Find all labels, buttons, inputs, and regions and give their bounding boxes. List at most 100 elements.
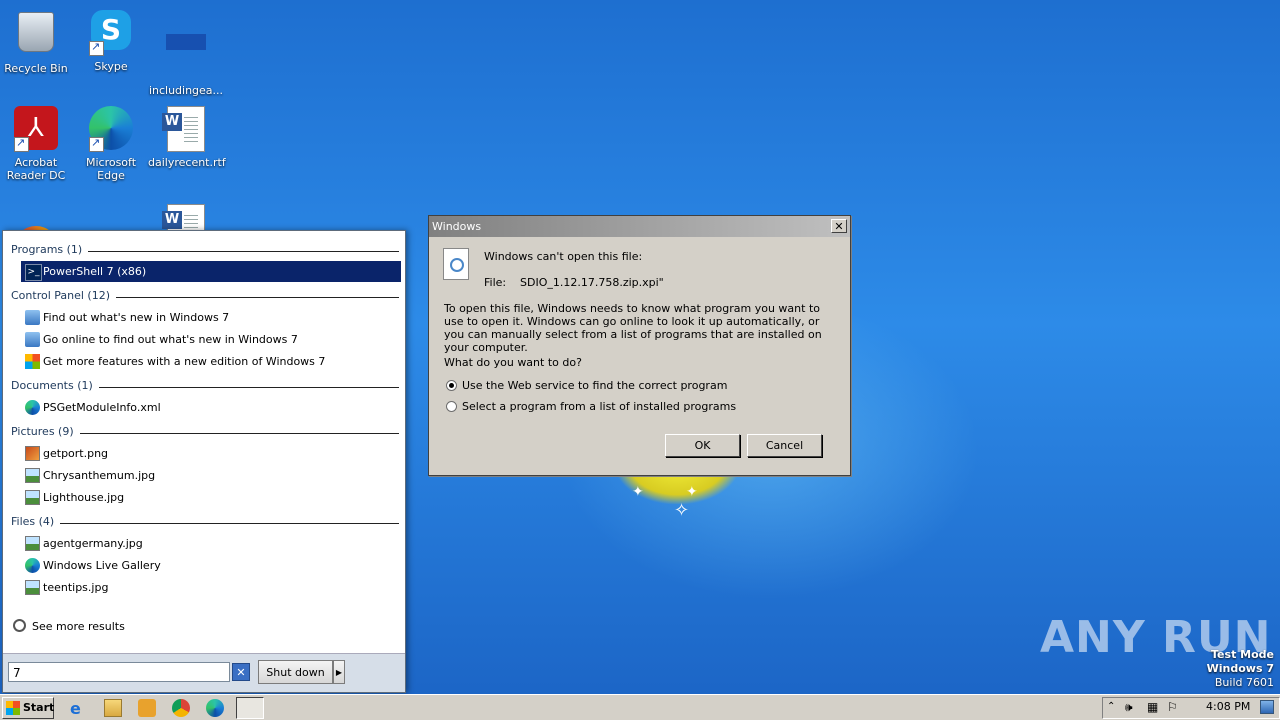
section-header-programs: Programs (1) xyxy=(11,243,399,257)
result-label: Lighthouse.jpg xyxy=(43,491,125,504)
image-icon xyxy=(25,490,40,505)
windows-logo-icon xyxy=(25,354,40,369)
show-hidden-icons-icon[interactable]: ⌃ xyxy=(1107,701,1115,712)
volume-icon[interactable]: 🕪 xyxy=(1125,700,1133,715)
result-more-features[interactable]: Get more features with a new edition of … xyxy=(21,351,401,372)
shortcut-arrow-icon xyxy=(14,136,29,152)
shutdown-options-arrow[interactable]: ▶ xyxy=(333,660,345,684)
image-icon xyxy=(25,446,40,461)
taskbar-window-button[interactable] xyxy=(236,697,264,719)
desktop-icon-recycle-bin[interactable]: Recycle Bin xyxy=(0,8,74,75)
close-icon[interactable]: ✕ xyxy=(831,219,847,233)
result-label: agentgermany.jpg xyxy=(43,537,143,550)
shutdown-button[interactable]: Shut down xyxy=(258,660,333,684)
result-chrysanthemum[interactable]: Chrysanthemum.jpg xyxy=(21,465,401,486)
file-search-icon xyxy=(443,248,469,280)
edge-icon xyxy=(25,400,40,415)
image-icon xyxy=(25,468,40,483)
edge-icon[interactable] xyxy=(206,699,224,717)
start-label: Start xyxy=(23,701,55,714)
desktop-icon-label: Microsoft Edge xyxy=(85,156,137,182)
section-header-documents: Documents (1) xyxy=(11,379,399,393)
cancel-button[interactable]: Cancel xyxy=(747,434,822,457)
show-desktop-icon[interactable] xyxy=(1260,700,1274,714)
sparkle-icon: ✦ xyxy=(686,484,698,500)
result-psgetmoduleinfo[interactable]: PSGetModuleInfo.xml xyxy=(21,397,401,418)
control-panel-icon xyxy=(25,332,40,347)
search-icon xyxy=(13,619,26,632)
desktop-icon-label: Skype xyxy=(94,60,128,73)
result-powershell[interactable]: >_ PowerShell 7 (x86) xyxy=(21,261,401,282)
desktop-icon-dailyrecent[interactable]: W dailyrecent.rtf xyxy=(148,106,226,169)
see-more-label: See more results xyxy=(32,620,125,633)
word-document-icon: W xyxy=(162,106,205,152)
desktop-icon-label: dailyrecent.rtf xyxy=(148,156,226,169)
system-tray: ⌃ 🕪 ▦ ⚐ xyxy=(1102,697,1280,719)
image-icon xyxy=(25,536,40,551)
start-menu-footer: 7 ✕ Shut down ▶ xyxy=(3,653,405,692)
radio-web-service[interactable] xyxy=(446,380,457,391)
result-whats-new[interactable]: Find out what's new in Windows 7 xyxy=(21,307,401,328)
shortcut-arrow-icon xyxy=(89,40,104,56)
result-label: Windows Live Gallery xyxy=(43,559,161,572)
internet-explorer-icon[interactable]: e xyxy=(70,699,88,718)
desktop-icon-includingea[interactable]: includingea... xyxy=(148,8,224,97)
result-label: PowerShell 7 (x86) xyxy=(43,265,147,278)
dialog-heading: Windows can't open this file: xyxy=(484,250,643,263)
desktop-icon-acrobat[interactable]: ⅄ Acrobat Reader DC xyxy=(0,106,74,182)
powershell-icon: >_ xyxy=(25,264,42,281)
search-input[interactable]: 7 xyxy=(8,662,230,682)
radio-program-list[interactable] xyxy=(446,401,457,412)
result-getport[interactable]: getport.png xyxy=(21,443,401,464)
control-panel-icon xyxy=(25,310,40,325)
chrome-icon[interactable] xyxy=(172,699,190,717)
result-label: getport.png xyxy=(43,447,109,460)
test-mode-notice: Test Mode Windows 7 Build 7601 xyxy=(1207,648,1274,690)
section-header-files: Files (4) xyxy=(11,515,399,529)
result-teentips[interactable]: teentips.jpg xyxy=(21,577,401,598)
desktop-icon-label: includingea... xyxy=(148,84,224,97)
start-button[interactable]: Start xyxy=(2,697,54,719)
test-mode-build: Build 7601 xyxy=(1214,676,1274,689)
media-player-icon[interactable] xyxy=(138,699,156,717)
result-label: Find out what's new in Windows 7 xyxy=(43,311,230,324)
shortcut-arrow-icon xyxy=(89,136,104,152)
clear-search-icon[interactable]: ✕ xyxy=(232,663,250,681)
ok-button[interactable]: OK xyxy=(665,434,740,457)
taskbar: Start e ⌃ 🕪 ▦ ⚐ 4:08 PM xyxy=(0,694,1280,720)
result-label: Get more features with a new edition of … xyxy=(43,355,326,368)
recycle-bin-icon xyxy=(18,12,54,52)
result-label: teentips.jpg xyxy=(43,581,109,594)
result-agentgermany[interactable]: agentgermany.jpg xyxy=(21,533,401,554)
result-go-online[interactable]: Go online to find out what's new in Wind… xyxy=(21,329,401,350)
desktop-icon-skype[interactable]: S Skype xyxy=(73,8,149,73)
desktop-icon-label: Recycle Bin xyxy=(4,62,68,75)
section-header-pictures: Pictures (9) xyxy=(11,425,399,439)
see-more-results-link[interactable]: See more results xyxy=(13,619,125,633)
image-icon xyxy=(25,580,40,595)
result-label: PSGetModuleInfo.xml xyxy=(43,401,161,414)
network-icon[interactable]: ▦ xyxy=(1147,700,1158,714)
radio-web-service-label[interactable]: Use the Web service to find the correct … xyxy=(462,379,727,392)
result-windows-live-gallery[interactable]: Windows Live Gallery xyxy=(21,555,401,576)
desktop-icon-edge[interactable]: Microsoft Edge xyxy=(73,106,149,182)
result-label: Go online to find out what's new in Wind… xyxy=(43,333,298,346)
dialog-title: Windows xyxy=(429,216,850,237)
start-menu: Programs (1) >_ PowerShell 7 (x86) Contr… xyxy=(2,230,406,693)
test-mode-line: Test Mode xyxy=(1211,648,1274,661)
result-lighthouse[interactable]: Lighthouse.jpg xyxy=(21,487,401,508)
document-icon xyxy=(166,34,206,50)
section-header-control-panel: Control Panel (12) xyxy=(11,289,399,303)
action-center-flag-icon[interactable]: ⚐ xyxy=(1167,700,1178,714)
clock[interactable]: 4:08 PM xyxy=(1206,695,1250,719)
file-name: SDIO_1.12.17.758.zip.xpi" xyxy=(520,276,664,289)
sparkle-icon: ✦ xyxy=(632,484,644,500)
windows-logo-icon xyxy=(6,701,20,715)
folder-icon[interactable] xyxy=(104,699,122,717)
edge-icon xyxy=(25,558,40,573)
result-label: Chrysanthemum.jpg xyxy=(43,469,156,482)
desktop-icon-label: Acrobat Reader DC xyxy=(6,156,66,182)
test-mode-os: Windows 7 xyxy=(1206,662,1274,675)
open-with-dialog: Windows ✕ Windows can't open this file: … xyxy=(428,215,851,476)
radio-program-list-label[interactable]: Select a program from a list of installe… xyxy=(462,400,736,413)
